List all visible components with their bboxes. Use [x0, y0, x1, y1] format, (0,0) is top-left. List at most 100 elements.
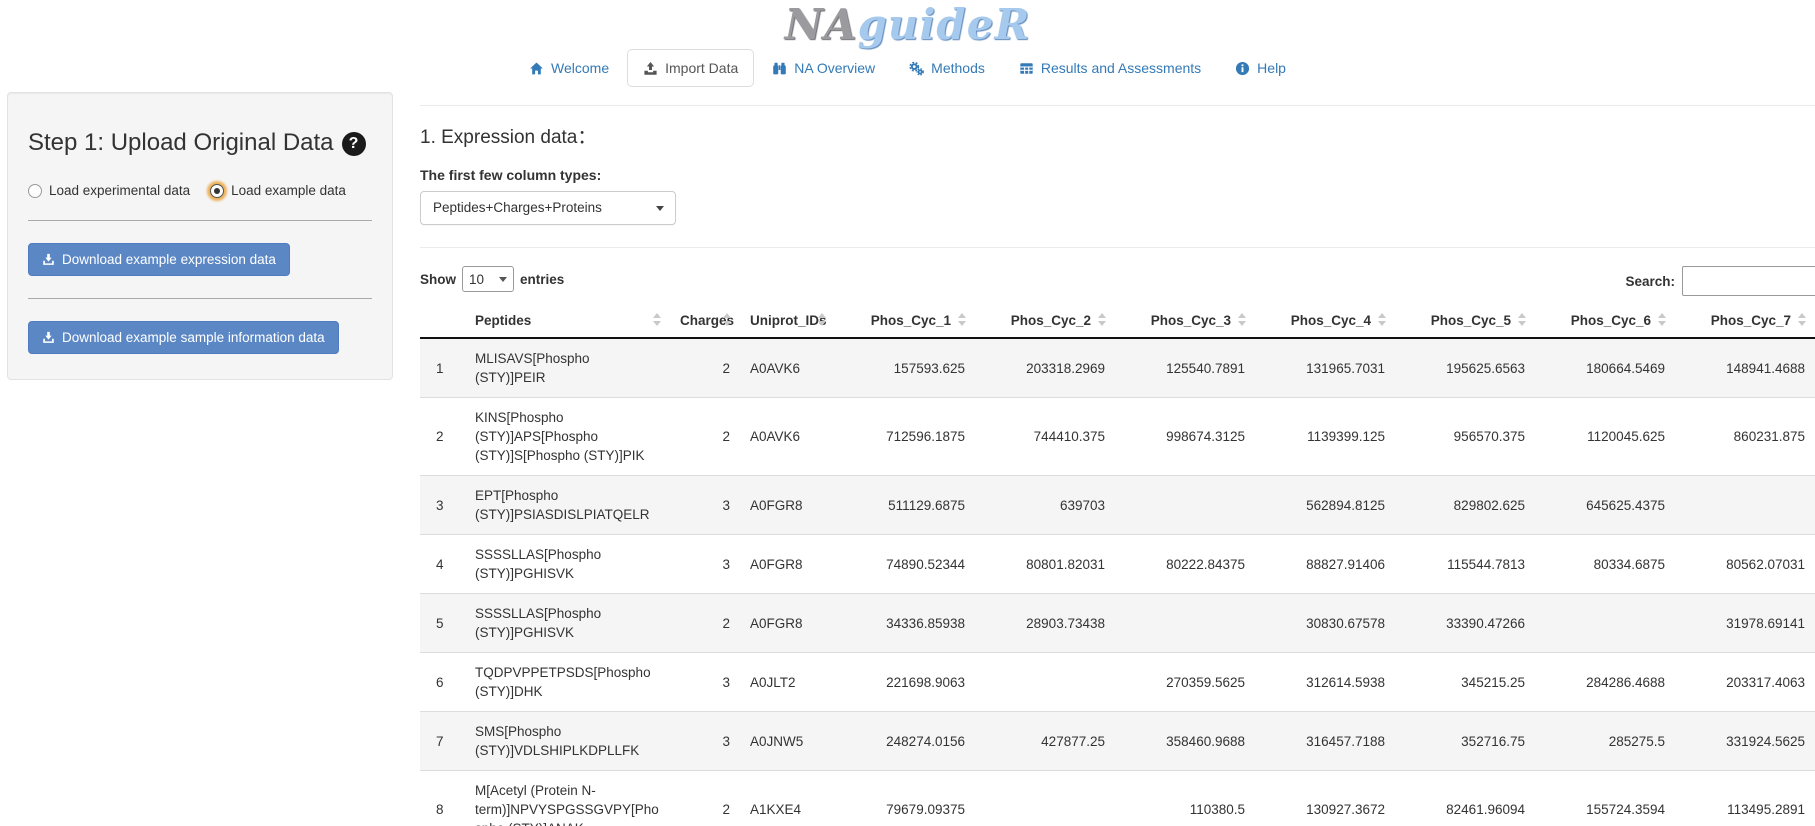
column-header-charges[interactable]: Charges	[670, 304, 740, 338]
upload-icon	[643, 61, 658, 76]
sort-arrows-icon	[818, 313, 826, 329]
tab-methods[interactable]: Methods	[893, 49, 1001, 87]
cell-row-index: 6	[420, 653, 465, 712]
cell-intensity-value: 1120045.625	[1535, 398, 1675, 476]
column-types-label: The first few column types:	[420, 167, 1815, 183]
cell-intensity-value: 956570.375	[1395, 398, 1535, 476]
column-header-phos_cyc_1[interactable]: Phos_Cyc_1	[835, 304, 975, 338]
chevron-down-icon	[656, 206, 664, 211]
divider	[420, 247, 1815, 248]
cell-intensity-value: 248274.0156	[835, 712, 975, 771]
table-row: 5SSSSLLAS[Phospho (STY)]PGHISVK2A0FGR834…	[420, 594, 1815, 653]
cell-peptides: KINS[Phospho (STY)]APS[Phospho (STY)]S[P…	[465, 398, 670, 476]
page-length-value: 10	[469, 272, 484, 287]
cell-row-index: 8	[420, 771, 465, 826]
download-icon	[42, 253, 55, 266]
tab-help[interactable]: Help	[1219, 49, 1302, 87]
table-body: 1MLISAVS[Phospho (STY)]PEIR2A0AVK6157593…	[420, 338, 1815, 826]
cell-intensity-value: 860231.875	[1675, 398, 1815, 476]
radio-icon	[28, 184, 42, 198]
column-header-uniprot_ids[interactable]: Uniprot_IDs	[740, 304, 835, 338]
import-data-content: 1. Expression data： The first few column…	[420, 105, 1815, 826]
column-header-label: Phos_Cyc_3	[1151, 313, 1231, 328]
cell-charges: 2	[670, 398, 740, 476]
cell-intensity-value: 34336.85938	[835, 594, 975, 653]
cell-intensity-value: 113495.2891	[1675, 771, 1815, 826]
selected-option: Peptides+Charges+Proteins	[433, 200, 602, 215]
cell-intensity-value: 195625.6563	[1395, 338, 1535, 398]
table-header-row: PeptidesChargesUniprot_IDs Phos_Cyc_1 Phos…	[420, 304, 1815, 338]
cell-uniprot-id: A0FGR8	[740, 476, 835, 535]
table-row: 3EPT[Phospho (STY)]PSIASDISLPIATQELR3A0F…	[420, 476, 1815, 535]
cell-intensity-value: 639703	[975, 476, 1115, 535]
divider	[28, 220, 372, 221]
tab-welcome[interactable]: Welcome	[513, 49, 625, 87]
cell-charges: 2	[670, 771, 740, 826]
sort-arrows-icon	[1658, 313, 1666, 329]
column-header-label: Phos_Cyc_1	[871, 313, 951, 328]
info-icon	[1235, 61, 1250, 76]
question-circle-icon[interactable]: ?	[342, 132, 366, 156]
cell-row-index: 5	[420, 594, 465, 653]
tab-import-data[interactable]: Import Data	[627, 49, 754, 87]
tab-label: Welcome	[551, 60, 609, 76]
logo-part-guider: guideR	[858, 0, 1031, 49]
cell-peptides: SSSSLLAS[Phospho (STY)]PGHISVK	[465, 594, 670, 653]
cell-intensity-value: 562894.8125	[1255, 476, 1395, 535]
show-label: Show	[420, 272, 456, 287]
cell-intensity-value	[1115, 594, 1255, 653]
binoculars-icon	[772, 61, 787, 76]
cell-peptides: TQDPVPPETPSDS[Phospho (STY)]DHK	[465, 653, 670, 712]
tab-na-overview[interactable]: NA Overview	[756, 49, 891, 87]
sort-arrows-icon	[1798, 313, 1806, 329]
radio-load-experimental-data[interactable]: Load experimental data	[28, 183, 190, 198]
expression-data-table: PeptidesChargesUniprot_IDs Phos_Cyc_1 Phos…	[420, 304, 1815, 826]
section-title: 1. Expression data：	[420, 122, 1815, 149]
data-source-radio-group: Load experimental data Load example data	[28, 183, 372, 198]
cell-intensity-value: 155724.3594	[1535, 771, 1675, 826]
column-header-phos_cyc_6[interactable]: Phos_Cyc_6	[1535, 304, 1675, 338]
table-search-control: Search:	[1625, 266, 1815, 296]
cell-intensity-value	[975, 771, 1115, 826]
sort-arrows-icon	[1238, 313, 1246, 329]
cell-intensity-value: 130927.3672	[1255, 771, 1395, 826]
cell-intensity-value: 148941.4688	[1675, 338, 1815, 398]
radio-label: Load experimental data	[49, 183, 190, 198]
panel-title: Step 1: Upload Original Data?	[28, 129, 372, 157]
cell-peptides: SMS[Phospho (STY)]VDLSHIPLKDPLLFK	[465, 712, 670, 771]
cell-intensity-value: 312614.5938	[1255, 653, 1395, 712]
cell-intensity-value: 74890.52344	[835, 535, 975, 594]
cell-intensity-value: 221698.9063	[835, 653, 975, 712]
cell-row-index: 4	[420, 535, 465, 594]
column-header-phos_cyc_3[interactable]: Phos_Cyc_3	[1115, 304, 1255, 338]
cell-row-index: 3	[420, 476, 465, 535]
sort-arrows-icon	[1518, 313, 1526, 329]
cell-row-index: 2	[420, 398, 465, 476]
cell-charges: 3	[670, 535, 740, 594]
cell-intensity-value: 125540.7891	[1115, 338, 1255, 398]
search-input[interactable]	[1682, 266, 1815, 296]
tab-label: Methods	[931, 60, 985, 76]
tab-results-assessments[interactable]: Results and Assessments	[1003, 49, 1217, 87]
column-header-label: Phos_Cyc_6	[1571, 313, 1651, 328]
download-expression-data-button[interactable]: Download example expression data	[28, 243, 290, 276]
column-types-select[interactable]: Peptides+Charges+Proteins	[420, 191, 676, 225]
cell-intensity-value: 110380.5	[1115, 771, 1255, 826]
column-header-phos_cyc_7[interactable]: Phos_Cyc_7	[1675, 304, 1815, 338]
sort-arrows-icon	[958, 313, 966, 329]
cell-intensity-value: 285275.5	[1535, 712, 1675, 771]
column-header-phos_cyc_2[interactable]: Phos_Cyc_2	[975, 304, 1115, 338]
sort-arrows-icon	[1098, 313, 1106, 329]
cell-intensity-value: 180664.5469	[1535, 338, 1675, 398]
column-header-phos_cyc_4[interactable]: Phos_Cyc_4	[1255, 304, 1395, 338]
cell-intensity-value	[975, 653, 1115, 712]
column-header-peptides[interactable]: Peptides	[465, 304, 670, 338]
cell-intensity-value: 427877.25	[975, 712, 1115, 771]
column-header-phos_cyc_5[interactable]: Phos_Cyc_5	[1395, 304, 1535, 338]
page-length-select[interactable]: 10	[462, 266, 514, 292]
cell-charges: 3	[670, 476, 740, 535]
cell-intensity-value: 345215.25	[1395, 653, 1535, 712]
radio-load-example-data[interactable]: Load example data	[210, 183, 346, 198]
cell-uniprot-id: A0JNW5	[740, 712, 835, 771]
download-sample-information-button[interactable]: Download example sample information data	[28, 321, 339, 354]
